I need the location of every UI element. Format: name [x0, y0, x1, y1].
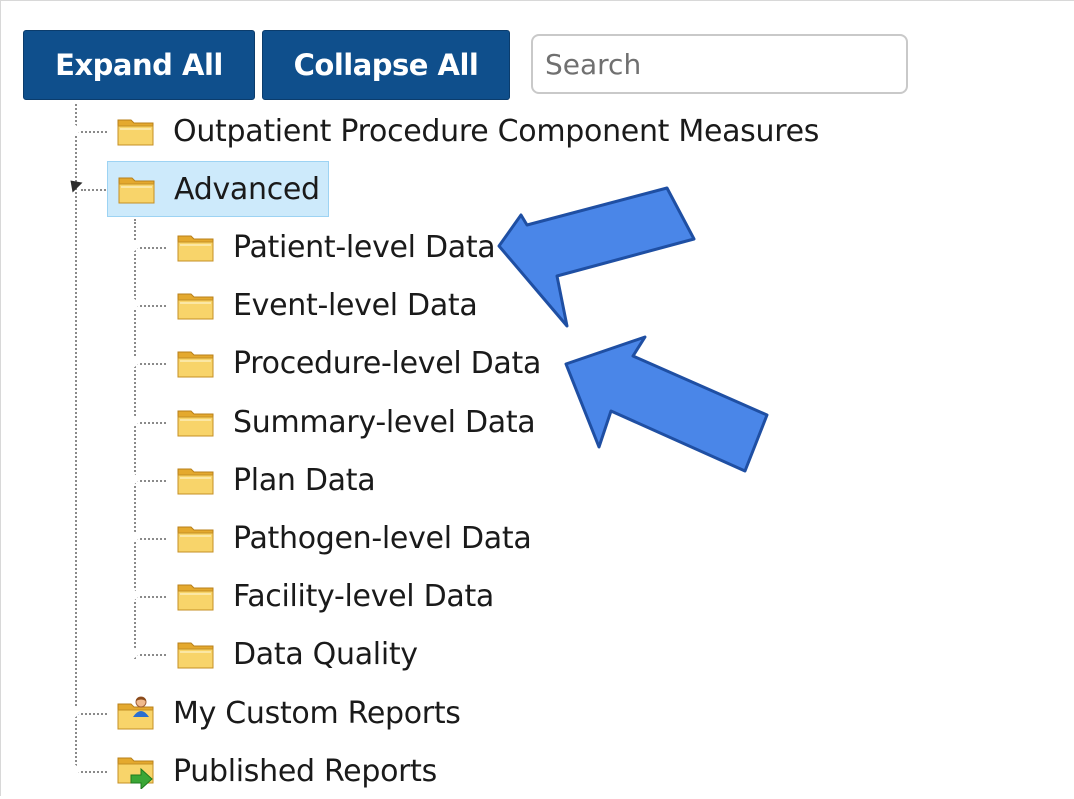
callout-arrow-lower [564, 335, 769, 473]
callout-arrows [497, 186, 769, 473]
report-tree-panel: Expand All Collapse All Outpatient Proce… [0, 0, 1074, 796]
callout-arrow-upper [497, 186, 696, 328]
